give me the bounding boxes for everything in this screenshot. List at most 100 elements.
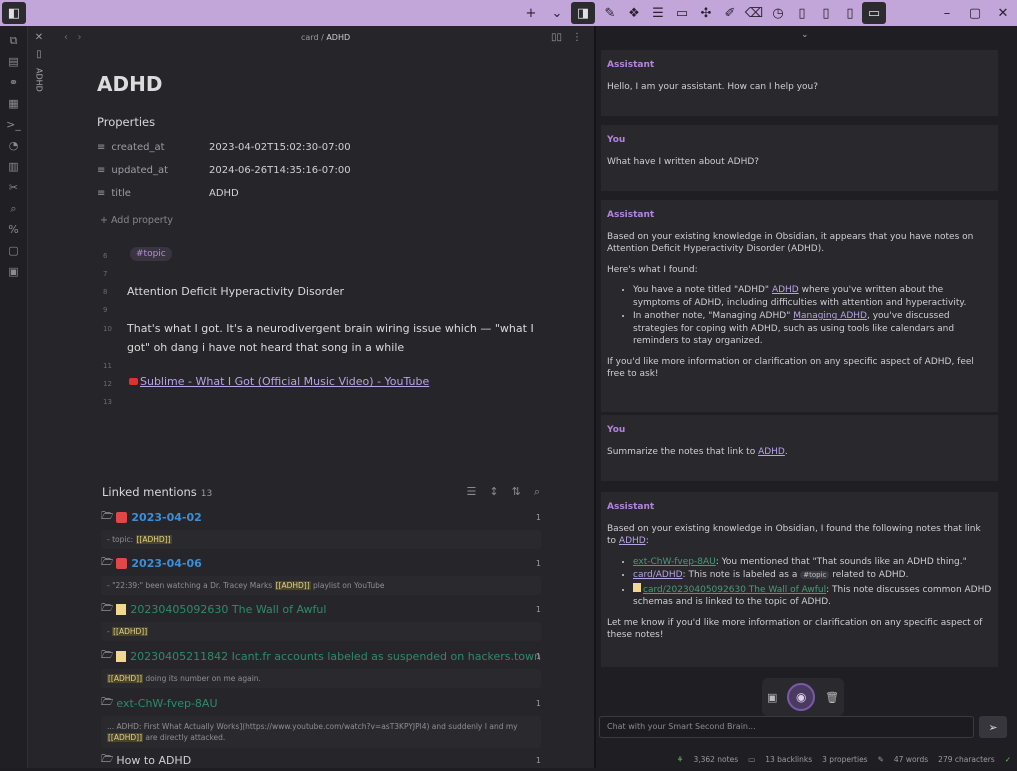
property-created-at[interactable]: ≡ created_at 2023-04-02T15:02:30-07:00 [97,142,351,153]
linked-mention-item[interactable]: 🗁 2023-04-02 1 [101,506,541,528]
backlinks-icon[interactable]: ▭ [748,755,755,764]
reading-view-icon[interactable]: ▯▯ [551,32,562,43]
maximize-icon[interactable]: ▢ [963,2,987,24]
property-value[interactable]: ADHD [209,188,239,199]
linked-mention-item[interactable]: 🗁 20230405211842 Icant.fr accounts label… [101,645,541,667]
history-icon[interactable]: ◔ [5,137,23,154]
terminal-icon[interactable]: >_ [5,116,23,133]
close-window-icon[interactable]: ✕ [991,2,1015,24]
left-sidebar-toggle-icon[interactable]: ◧ [2,2,26,24]
mention-title[interactable]: 2023-04-06 [131,557,201,570]
note-link[interactable]: ADHD [758,447,785,457]
chat-message-assistant: Assistant Hello, I am your assistant. Ho… [601,50,998,116]
search-icon[interactable]: ⌕ [5,200,23,217]
mention-title[interactable]: 20230405092630 The Wall of Awful [130,603,326,616]
canvas-icon[interactable]: ▦ [5,95,23,112]
linked-mention-item[interactable]: 🗁 ext-ChW-fvep-8AU 1 [101,692,541,714]
files-icon[interactable]: ▤ [5,53,23,70]
graph-icon[interactable]: ✣ [694,2,718,24]
search-mentions-icon[interactable]: ⌕ [534,485,540,499]
property-title[interactable]: ≡ title ADHD [97,188,239,199]
percent-icon[interactable]: % [5,221,23,238]
tools-icon[interactable]: ✂ [5,179,23,196]
topic-tag[interactable]: #topic [800,571,830,579]
note-link[interactable]: Managing ADHD [793,311,867,321]
mention-title[interactable]: ext-ChW-fvep-8AU [116,697,217,710]
status-backlinks[interactable]: 13 backlinks [765,755,812,764]
sync-icon[interactable]: ⚘ [677,755,684,764]
assistant-avatar[interactable]: ◉ [787,683,816,711]
delete-chat-icon[interactable]: 🗑 [825,691,839,704]
mention-title[interactable]: 20230405211842 Icant.fr accounts labeled… [130,650,541,663]
show-more-context-icon[interactable]: ↕ [489,485,498,499]
archive-icon[interactable]: ▭ [670,2,694,24]
note-link[interactable]: ADHD [772,285,799,295]
new-tab-icon[interactable]: + [519,2,543,24]
linked-mentions-heading[interactable]: Linked mentions 13 [102,485,212,499]
chat-input[interactable]: Chat with your Smart Second Brain... [599,716,974,738]
chat-panel: ⌄ Assistant Hello, I am your assistant. … [596,26,1017,768]
send-button[interactable]: ➢ [979,716,1007,738]
sort-icon[interactable]: ⇅ [512,485,521,499]
file-icon-1[interactable]: ▯ [790,2,814,24]
breadcrumb-current[interactable]: ADHD [326,33,350,42]
property-value[interactable]: 2024-06-26T14:35:16-07:00 [209,165,351,176]
tab-list-chevron-icon[interactable]: ⌄ [545,2,569,24]
file-icon-3[interactable]: ▯ [838,2,862,24]
collapse-chevron-icon[interactable]: ⌄ [801,30,809,40]
note-link[interactable]: ADHD [619,536,646,546]
youtube-link[interactable]: Sublime - What I Got (Official Music Vid… [129,375,429,388]
property-value[interactable]: 2023-04-02T15:02:30-07:00 [209,142,351,153]
mention-snippet[interactable]: ... ADHD: First What Actually Works](htt… [101,716,541,748]
brush-icon[interactable]: ✐ [718,2,742,24]
clock-icon[interactable]: ◷ [766,2,790,24]
right-sidebar-toggle-icon[interactable]: ◨ [571,2,595,24]
note-link[interactable]: ext-ChW-fvep-8AU [633,557,716,567]
plugin-icon-1[interactable]: ✎ [598,2,622,24]
open-quick-switcher-icon[interactable]: ⧉ [5,32,23,49]
text-property-icon: ≡ [97,165,106,176]
more-options-icon[interactable]: ⋮ [572,32,582,43]
graph-view-icon[interactable]: ⚭ [5,74,23,91]
list-icon[interactable]: ☰ [646,2,670,24]
mention-title[interactable]: 2023-04-02 [131,511,201,524]
message-text: Summarize the notes that link to ADHD. [607,446,788,457]
breadcrumb-parent[interactable]: card [301,33,319,42]
properties-heading[interactable]: Properties [97,115,155,129]
file-tab-icon[interactable]: ▯ [36,49,42,60]
close-tab-icon[interactable]: ✕ [35,32,43,43]
comment-icon[interactable]: ▢ [5,242,23,259]
line-10-text[interactable]: That's what I got. It's a neurodivergent… [127,319,537,357]
vertical-tab-label[interactable]: ADHD [35,68,44,92]
mention-snippet[interactable]: [[ADHD]] doing its number on me again. [101,669,541,688]
editor-header: ‹ › card / ADHD ▯▯ ⋮ [50,26,594,48]
mention-snippet[interactable]: - "22:39:" been watching a Dr. Tracey Ma… [101,576,541,595]
add-property-button[interactable]: + Add property [100,215,173,226]
send-icon: ➢ [988,720,998,734]
linked-mention-item[interactable]: 🗁 20230405092630 The Wall of Awful 1 [101,598,541,620]
property-updated-at[interactable]: ≡ updated_at 2024-06-26T14:35:16-07:00 [97,165,351,176]
mention-snippet[interactable]: - topic: [[ADHD]] [101,530,541,549]
mention-snippet[interactable]: - [[ADHD]] [101,622,541,641]
note-link[interactable]: card/20230405092630 The Wall of Awful [643,585,826,595]
file-icon-2[interactable]: ▯ [814,2,838,24]
linked-mention-item[interactable]: 🗁 2023-04-06 1 [101,552,541,574]
check-icon[interactable]: ✓ [1005,755,1011,764]
trash-icon[interactable]: ⌫ [742,2,766,24]
chat-message-assistant: Assistant Based on your existing knowled… [601,200,998,412]
nav-arrows-icon[interactable]: ‹ › [64,32,82,43]
minimize-icon[interactable]: – [935,2,959,24]
plugin-icon-2[interactable]: ❖ [622,2,646,24]
save-chat-icon[interactable]: ▣ [767,691,777,704]
mention-title[interactable]: How to ADHD [116,754,191,767]
page-title[interactable]: ADHD [97,72,162,96]
note-link[interactable]: card/ADHD [633,570,683,580]
topic-tag[interactable]: #topic [130,247,172,261]
chat-icon[interactable]: ▭ [862,2,886,24]
calendar-icon[interactable]: ▣ [5,263,23,280]
edit-icon[interactable]: ✎ [878,755,884,764]
line-8-text[interactable]: Attention Deficit Hyperactivity Disorder [127,282,547,301]
table-icon[interactable]: ▥ [5,158,23,175]
message-paragraph: If you'd like more information or clarif… [607,356,974,380]
collapse-results-icon[interactable]: ☰ [467,485,477,499]
